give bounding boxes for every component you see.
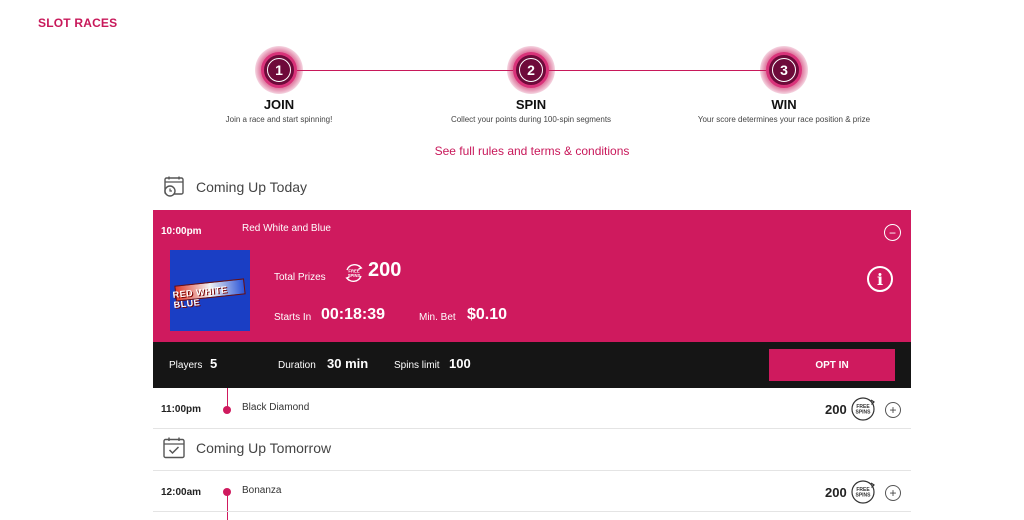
step-win: 3 WIN Your score determines your race po… [664,46,904,124]
step-title: WIN [771,97,797,112]
free-spins-icon: FREE SPINS [343,262,365,289]
prize-value: 200 [825,402,847,417]
svg-text:SPINS: SPINS [855,410,871,416]
duration-value: 30 min [327,356,369,371]
race-time: 11:00pm [161,404,202,415]
prize-value: 200 [825,485,847,500]
race-time: 10:00pm [161,226,202,237]
info-icon[interactable]: i [867,266,893,292]
step-number-icon: 1 [255,46,303,94]
calendar-clock-icon [164,176,184,197]
step-description: Your score determines your race position… [697,115,871,124]
total-prizes-value: 200 [368,259,402,281]
step-spin: 2 SPIN Collect your points during 100-sp… [411,46,651,124]
list-item[interactable]: 11:00pm Black Diamond 200 FREE SPINS + [153,388,911,428]
race-stats-bar: Players 5 Duration 30 min Spins limit 10… [153,342,911,388]
divider [153,511,911,512]
step-title: SPIN [515,97,547,112]
step-number-icon: 2 [507,46,555,94]
active-race-card: 10:00pm Red White and Blue − RED WHITE B… [153,210,911,342]
step-number: 1 [267,58,291,82]
step-description: Join a race and start spinning! [225,115,333,124]
opt-in-button[interactable]: OPT IN [769,349,895,381]
step-number: 3 [772,58,796,82]
race-name: Black Diamond [242,402,310,413]
step-title: JOIN [263,97,295,112]
rules-terms-link[interactable]: See full rules and terms & conditions [0,144,1024,158]
list-item[interactable]: 12:00am Bonanza 200 FREE SPINS + [153,471,911,511]
race-name: Red White and Blue [242,223,331,234]
step-description: Collect your points during 100-spin segm… [450,115,612,124]
step-number: 2 [519,58,543,82]
expand-button[interactable]: + [885,402,901,418]
section-coming-up-tomorrow: Coming Up Tomorrow [162,436,331,460]
min-bet-value: $0.10 [467,306,508,323]
race-time: 12:00am [161,487,202,498]
page-title: SLOT RACES [38,16,118,30]
min-bet-label: Min. Bet [419,312,456,323]
step-number-icon: 3 [760,46,808,94]
expand-button[interactable]: + [885,485,901,501]
starts-in-label: Starts In [274,312,312,323]
duration-label: Duration [278,360,316,371]
timeline-dot [223,488,231,496]
game-thumbnail[interactable]: RED WHITE BLUE [170,250,250,331]
section-coming-up-today: Coming Up Today [162,175,307,199]
divider [153,428,911,429]
section-title: Coming Up Tomorrow [196,440,332,456]
spins-limit-label: Spins limit [394,360,440,371]
starts-in-countdown: 00:18:39 [321,306,386,323]
svg-text:SPINS: SPINS [855,493,871,499]
svg-text:SPINS: SPINS [348,273,361,278]
race-name: Bonanza [242,485,282,496]
free-spins-icon: FREE SPINS [850,479,878,510]
section-title: Coming Up Today [196,179,308,195]
players-label: Players [169,360,203,371]
players-value: 5 [210,356,218,371]
spins-limit-value: 100 [449,356,471,371]
total-prizes-label: Total Prizes [274,272,326,283]
collapse-button[interactable]: − [884,224,901,241]
calendar-check-icon [163,437,185,459]
step-join: 1 JOIN Join a race and start spinning! [159,46,399,124]
timeline-dot [223,406,231,414]
free-spins-icon: FREE SPINS [850,396,878,427]
